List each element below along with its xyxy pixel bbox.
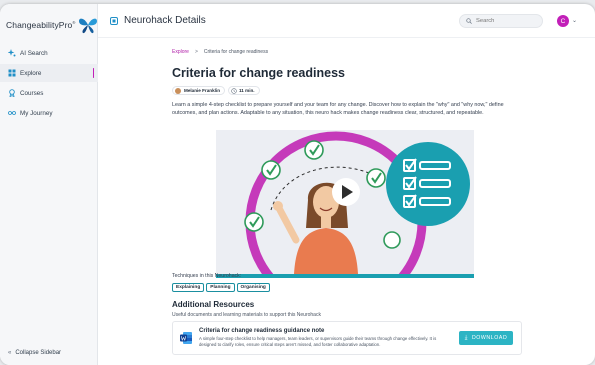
search-icon: [466, 18, 472, 24]
additional-resources-subtitle: Useful documents and learning materials …: [172, 312, 321, 318]
article-meta: Melanie Franklin 11 min.: [172, 86, 263, 95]
tag-planning[interactable]: Planning: [206, 283, 235, 292]
award-icon: [8, 89, 16, 97]
sparkle-icon: [8, 49, 16, 57]
breadcrumb-separator-icon: >: [194, 49, 198, 55]
resource-description: A simple four-step checklist to help man…: [199, 336, 437, 347]
technique-tags: Explaining Planning Organising: [172, 283, 272, 292]
breadcrumb-current: Criteria for change readiness: [203, 49, 269, 55]
duration-chip: 11 min.: [228, 86, 260, 95]
top-header: Neurohack Details C ⌄: [98, 4, 595, 38]
journey-icon: [8, 109, 16, 117]
resource-card: Criteria for change readiness guidance n…: [172, 321, 522, 355]
sidebar-item-label: Explore: [20, 69, 42, 77]
tag-explaining[interactable]: Explaining: [172, 283, 205, 292]
logo-text: ChangeabilityPro®: [6, 20, 76, 30]
additional-resources-title: Additional Resources: [172, 300, 255, 309]
article-description: Learn a simple 4-step checklist to prepa…: [172, 102, 504, 116]
video-player[interactable]: [216, 130, 474, 278]
download-icon: ⤓: [464, 334, 468, 341]
tag-organising[interactable]: Organising: [236, 283, 270, 292]
duration-text: 11 min.: [239, 88, 255, 93]
breadcrumb-explore-link[interactable]: Explore: [172, 49, 189, 55]
search-box[interactable]: [459, 14, 543, 28]
author-avatar: [175, 87, 181, 94]
sidebar-item-courses[interactable]: Courses: [0, 84, 98, 102]
grid-icon: [8, 69, 16, 77]
sidebar-item-label: Courses: [20, 89, 44, 97]
breadcrumb: Explore > Criteria for change readiness: [172, 49, 268, 55]
sidebar-item-label: My Journey: [20, 109, 53, 117]
collapse-sidebar-label: Collapse Sidebar: [15, 350, 62, 356]
app-window: ChangeabilityPro® AI Search Explore Cour…: [0, 4, 595, 365]
search-input[interactable]: [476, 18, 536, 24]
download-label: DOWNLOAD: [471, 335, 508, 341]
user-avatar[interactable]: C: [557, 15, 569, 27]
collapse-sidebar-button[interactable]: « Collapse Sidebar: [8, 350, 61, 356]
author-chip[interactable]: Melanie Franklin: [172, 86, 225, 95]
clock-icon: [231, 87, 237, 94]
sidebar-item-my-journey[interactable]: My Journey: [0, 104, 98, 122]
logo[interactable]: ChangeabilityPro®: [6, 16, 98, 34]
word-document-icon: [180, 332, 192, 344]
sidebar-item-explore[interactable]: Explore: [0, 64, 98, 82]
techniques-label: Techniques in this Neurohack:: [172, 273, 242, 279]
download-button[interactable]: ⤓ DOWNLOAD: [459, 331, 513, 345]
author-name: Melanie Franklin: [184, 88, 220, 93]
sidebar: ChangeabilityPro® AI Search Explore Cour…: [0, 4, 98, 365]
video-thumbnail-illustration: [216, 130, 474, 274]
neurohack-icon: [110, 16, 118, 25]
page-header-title: Neurohack Details: [124, 15, 206, 26]
page-title: Criteria for change readiness: [172, 66, 345, 80]
resource-title[interactable]: Criteria for change readiness guidance n…: [199, 328, 324, 334]
sidebar-item-label: AI Search: [20, 49, 48, 57]
butterfly-logo-icon: [79, 18, 98, 34]
sidebar-nav: AI Search Explore Courses My Journey: [0, 44, 98, 124]
sidebar-item-ai-search[interactable]: AI Search: [0, 44, 98, 62]
double-chevron-left-icon: «: [8, 350, 12, 356]
chevron-down-icon[interactable]: ⌄: [572, 17, 577, 24]
